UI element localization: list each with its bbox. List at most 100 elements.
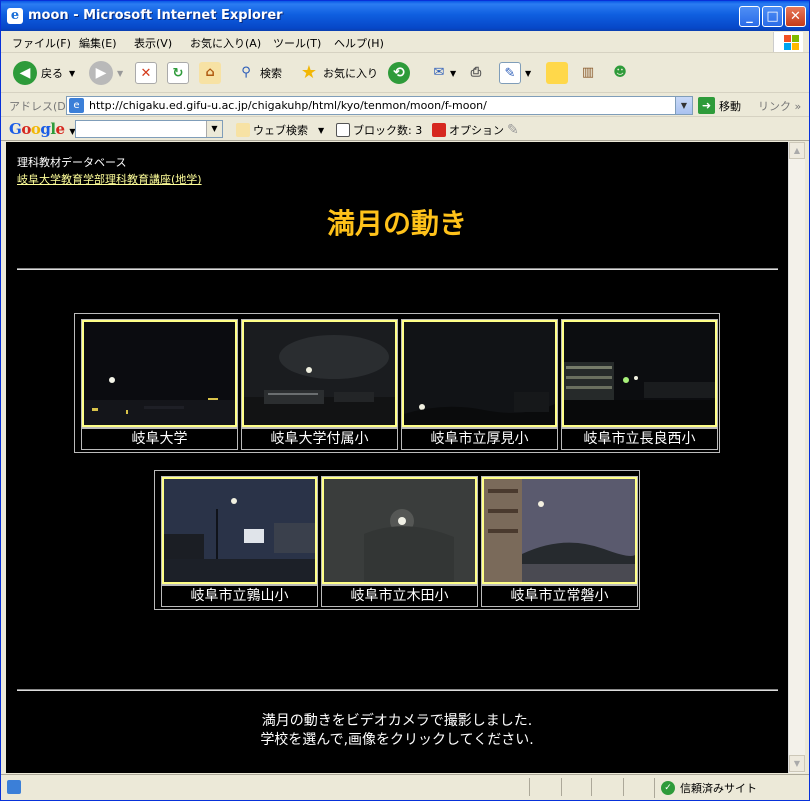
gallery-row-2: 岐阜市立鶉山小 岐阜市立木田小 岐阜市立常磐小	[154, 470, 640, 610]
department-link[interactable]: 岐阜大学教育学部理科教育講座(地学)	[17, 171, 202, 187]
title-bar: e moon - Microsoft Internet Explorer _ □…	[1, 1, 809, 31]
research-button[interactable]: ▥	[577, 60, 599, 86]
caption-gifu-univ-attached[interactable]: 岐阜大学付属小	[241, 428, 398, 450]
page-title: 満月の動き	[326, 207, 467, 240]
history-icon: ⟲	[388, 62, 410, 84]
close-button[interactable]: ✕	[785, 6, 806, 27]
caption-nagara-nishi[interactable]: 岐阜市立長良西小	[561, 428, 718, 450]
check-icon: ✓	[661, 781, 675, 795]
favorites-button[interactable]: ★ お気に入り	[298, 60, 378, 86]
browser-window: e moon - Microsoft Internet Explorer _ □…	[0, 0, 810, 801]
menu-edit[interactable]: 編集(E)	[79, 35, 117, 51]
divider-bottom	[17, 689, 778, 691]
stop-icon: ✕	[135, 62, 157, 84]
go-label: 移動	[719, 99, 741, 113]
security-zone[interactable]: ✓ 信頼済みサイト	[654, 778, 804, 798]
windows-logo-icon	[773, 32, 803, 52]
thumbnail-atsumi[interactable]	[401, 319, 558, 428]
google-toolbar: Google ▼ ▼ ウェブ検索 ▼ ブロック数: 3 オプション ✎	[1, 118, 809, 141]
search-icon: ⚲	[241, 65, 251, 80]
address-dropdown-icon[interactable]: ▼	[675, 97, 692, 114]
print-button[interactable]: ⎙	[465, 60, 487, 86]
window-title: moon - Microsoft Internet Explorer	[28, 8, 283, 23]
page-content: 理科教材データベース 岐阜大学教育学部理科教育講座(地学) 満月の動き 岐阜大学	[6, 142, 788, 773]
home-button[interactable]: ⌂	[199, 60, 221, 86]
google-web-search-button[interactable]: ウェブ検索 ▼	[236, 122, 324, 138]
note-icon	[546, 62, 568, 84]
address-label: アドレス(D)	[9, 100, 71, 113]
google-logo[interactable]: Google ▼	[9, 120, 75, 138]
stop-button[interactable]: ✕	[135, 60, 157, 86]
back-button[interactable]: ◀ 戻る ▼	[13, 60, 75, 86]
address-input[interactable]: e http://chigaku.ed.gifu-u.ac.jp/chigaku…	[66, 96, 693, 115]
thumbnail-kida[interactable]	[321, 476, 478, 585]
page-status-icon	[7, 780, 21, 794]
home-icon: ⌂	[199, 62, 221, 84]
thumbnail-uzurayama[interactable]	[161, 476, 318, 585]
ie-icon: e	[7, 8, 23, 24]
page-icon: e	[69, 98, 84, 113]
thumbnail-nagara-nishi[interactable]	[561, 319, 718, 428]
edit-button[interactable]: ✎ ▼	[499, 60, 531, 86]
address-bar: アドレス(D) e http://chigaku.ed.gifu-u.ac.jp…	[1, 94, 809, 117]
google-search-input[interactable]: ▼	[75, 120, 223, 138]
menu-file[interactable]: ファイル(F)	[12, 35, 71, 51]
menu-help[interactable]: ヘルプ(H)	[334, 35, 384, 51]
refresh-icon: ↻	[167, 62, 189, 84]
instructions-line-2: 学校を選んで,画像をクリックしてください.	[260, 732, 534, 748]
thumbnail-tokiwa[interactable]	[481, 476, 638, 585]
favorites-label: お気に入り	[323, 67, 378, 80]
scroll-down-icon[interactable]: ▼	[789, 755, 805, 772]
back-arrow-icon: ◀	[13, 61, 37, 85]
thumbnail-gifu-univ[interactable]	[81, 319, 238, 428]
vertical-scrollbar[interactable]: ▲ ▼	[788, 142, 805, 773]
instructions-line-1: 満月の動きをビデオカメラで撮影しました.	[261, 713, 533, 729]
mail-button[interactable]: ✉ ▼	[428, 60, 457, 86]
status-bar: ✓ 信頼済みサイト	[1, 774, 809, 800]
back-label: 戻る	[41, 67, 63, 80]
caption-uzurayama[interactable]: 岐阜市立鶉山小	[161, 585, 318, 607]
edit-icon: ✎	[499, 62, 521, 84]
menu-tools[interactable]: ツール(T)	[273, 35, 321, 51]
menu-bar: ファイル(F) 編集(E) 表示(V) お気に入り(A) ツール(T) ヘルプ(…	[1, 31, 809, 53]
mail-icon: ✉	[433, 65, 445, 80]
discuss-button[interactable]	[546, 60, 568, 86]
messenger-icon: ☻	[613, 65, 627, 80]
search-button[interactable]: ⚲ 検索	[235, 60, 282, 86]
toolbar: ◀ 戻る ▼ ▶ ▼ ✕ ↻ ⌂ ⚲ 検索 ★ お気に入り ⟲ ✉ ▼ ⎙ ✎ …	[1, 54, 809, 93]
menu-view[interactable]: 表示(V)	[134, 35, 172, 51]
caption-atsumi[interactable]: 岐阜市立厚見小	[401, 428, 558, 450]
research-icon: ▥	[581, 65, 595, 80]
divider-top	[17, 268, 778, 270]
address-url: http://chigaku.ed.gifu-u.ac.jp/chigakuhp…	[89, 99, 487, 112]
refresh-button[interactable]: ↻	[167, 60, 189, 86]
links-button[interactable]: リンク »	[758, 98, 801, 114]
google-options-button[interactable]: オプション	[432, 122, 504, 138]
instructions: 満月の動きをビデオカメラで撮影しました. 学校を選んで,画像をクリックしてくださ…	[6, 712, 788, 750]
history-button[interactable]: ⟲	[388, 60, 410, 86]
messenger-button[interactable]: ☻	[609, 60, 631, 86]
caption-gifu-univ[interactable]: 岐阜大学	[81, 428, 238, 450]
minimize-button[interactable]: _	[739, 6, 760, 27]
zone-label: 信頼済みサイト	[680, 782, 757, 795]
print-icon: ⎙	[470, 65, 482, 80]
forward-arrow-icon: ▶	[89, 61, 113, 85]
forward-button[interactable]: ▶ ▼	[89, 60, 123, 86]
binoculars-icon	[236, 123, 250, 137]
scroll-up-icon[interactable]: ▲	[789, 142, 805, 159]
go-button[interactable]: ➜ 移動	[698, 97, 741, 114]
highlight-button[interactable]: ✎	[507, 122, 519, 138]
thumbnail-gifu-univ-attached[interactable]	[241, 319, 398, 428]
maximize-button[interactable]: □	[762, 6, 783, 27]
go-arrow-icon: ➜	[698, 97, 715, 114]
google-search-dropdown-icon[interactable]: ▼	[206, 121, 222, 137]
options-icon	[432, 123, 446, 137]
site-subtitle: 理科教材データベース	[17, 156, 127, 169]
caption-kida[interactable]: 岐阜市立木田小	[321, 585, 478, 607]
popup-block-count[interactable]: ブロック数: 3	[336, 122, 422, 138]
menu-favorites[interactable]: お気に入り(A)	[190, 35, 261, 51]
caption-tokiwa[interactable]: 岐阜市立常磐小	[481, 585, 638, 607]
search-label: 検索	[260, 67, 282, 80]
pencil-icon: ✎	[507, 122, 519, 138]
gallery-row-1: 岐阜大学 岐阜大学付属小 岐阜市立厚見小 岐阜市立長良西小	[74, 313, 720, 453]
